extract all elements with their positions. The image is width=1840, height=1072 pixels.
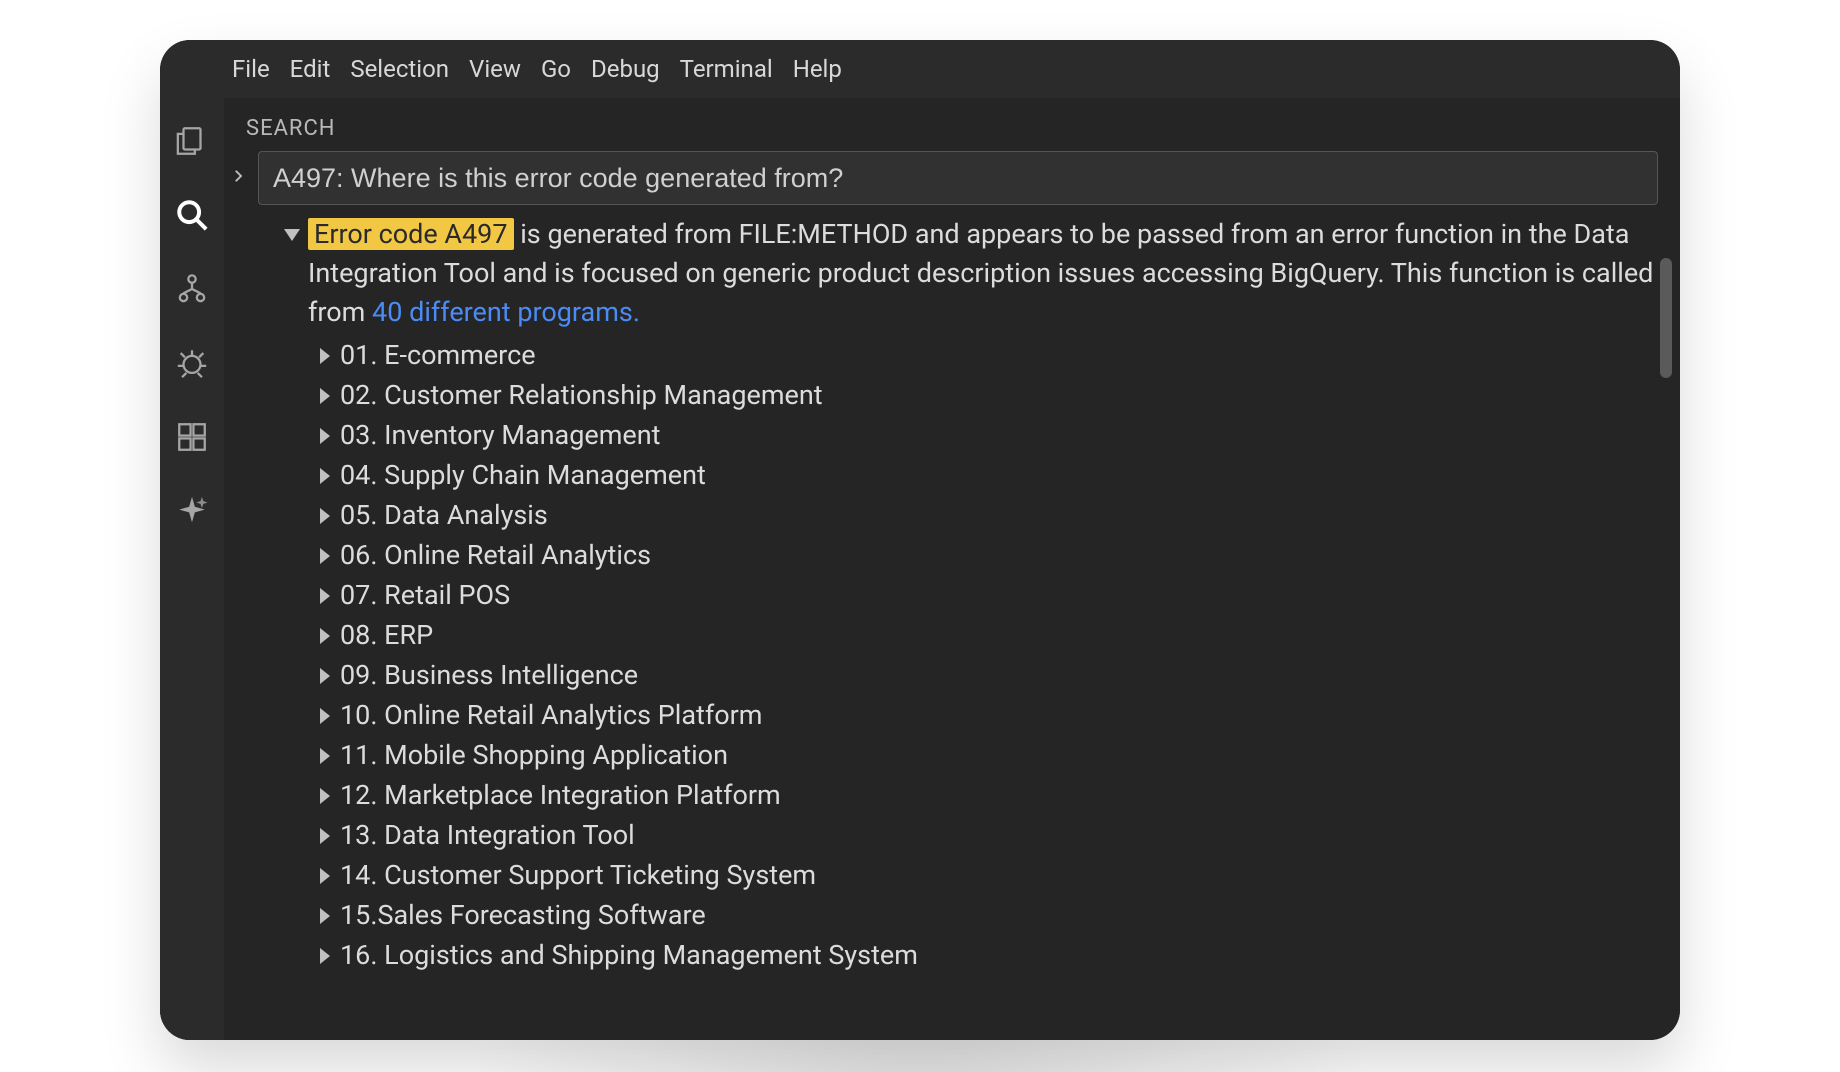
- error-code-highlight: Error code A497: [308, 218, 514, 250]
- debug-icon[interactable]: [175, 346, 209, 380]
- program-label: 05. Data Analysis: [340, 496, 548, 536]
- search-results: Error code A497 is generated from FILE:M…: [224, 211, 1680, 976]
- expand-icon: [320, 428, 330, 444]
- program-label: 03. Inventory Management: [340, 416, 660, 456]
- source-control-icon[interactable]: [175, 272, 209, 306]
- activity-bar: [160, 98, 224, 1040]
- search-panel-title: SEARCH: [224, 98, 1680, 151]
- program-item[interactable]: 02. Customer Relationship Management: [320, 376, 1656, 416]
- program-label: 15.Sales Forecasting Software: [340, 896, 706, 936]
- menu-selection[interactable]: Selection: [350, 55, 449, 83]
- program-label: 12. Marketplace Integration Platform: [340, 776, 781, 816]
- program-item[interactable]: 04. Supply Chain Management: [320, 456, 1656, 496]
- program-item[interactable]: 05. Data Analysis: [320, 496, 1656, 536]
- program-label: 14. Customer Support Ticketing System: [340, 856, 816, 896]
- menu-terminal[interactable]: Terminal: [680, 55, 773, 83]
- expand-icon: [320, 628, 330, 644]
- scrollbar-thumb[interactable]: [1660, 258, 1672, 378]
- expand-icon: [320, 588, 330, 604]
- toggle-search-details-icon[interactable]: [228, 166, 252, 190]
- menu-go[interactable]: Go: [541, 55, 571, 83]
- program-item[interactable]: 16. Logistics and Shipping Management Sy…: [320, 936, 1656, 976]
- expand-icon: [320, 868, 330, 884]
- scrollbar[interactable]: [1660, 258, 1672, 1040]
- program-item[interactable]: 01. E-commerce: [320, 336, 1656, 376]
- expand-icon: [320, 788, 330, 804]
- program-item[interactable]: 07. Retail POS: [320, 576, 1656, 616]
- program-item[interactable]: 15.Sales Forecasting Software: [320, 896, 1656, 936]
- program-label: 10. Online Retail Analytics Platform: [340, 696, 762, 736]
- search-icon[interactable]: [175, 198, 209, 232]
- program-label: 13. Data Integration Tool: [340, 816, 635, 856]
- explorer-icon[interactable]: [175, 124, 209, 158]
- result-summary: Error code A497 is generated from FILE:M…: [284, 215, 1656, 332]
- expand-icon: [320, 908, 330, 924]
- search-panel: SEARCH Error code A497 is generated from…: [224, 98, 1680, 1040]
- program-item[interactable]: 03. Inventory Management: [320, 416, 1656, 456]
- program-item[interactable]: 09. Business Intelligence: [320, 656, 1656, 696]
- menu-debug[interactable]: Debug: [591, 55, 660, 83]
- expand-icon: [320, 548, 330, 564]
- program-label: 06. Online Retail Analytics: [340, 536, 651, 576]
- expand-icon: [320, 348, 330, 364]
- expand-icon: [320, 468, 330, 484]
- program-item[interactable]: 13. Data Integration Tool: [320, 816, 1656, 856]
- program-label: 07. Retail POS: [340, 576, 510, 616]
- search-input[interactable]: [258, 151, 1658, 205]
- sparkle-icon[interactable]: [175, 494, 209, 528]
- expand-icon: [320, 748, 330, 764]
- program-item[interactable]: 08. ERP: [320, 616, 1656, 656]
- program-item[interactable]: 11. Mobile Shopping Application: [320, 736, 1656, 776]
- program-label: 04. Supply Chain Management: [340, 456, 706, 496]
- program-item[interactable]: 14. Customer Support Ticketing System: [320, 856, 1656, 896]
- expand-icon: [320, 388, 330, 404]
- menu-help[interactable]: Help: [793, 55, 842, 83]
- expand-icon: [320, 708, 330, 724]
- programs-list: 01. E-commerce02. Customer Relationship …: [320, 336, 1656, 975]
- program-item[interactable]: 06. Online Retail Analytics: [320, 536, 1656, 576]
- expand-icon: [320, 948, 330, 964]
- menu-file[interactable]: File: [232, 55, 270, 83]
- program-label: 01. E-commerce: [340, 336, 536, 376]
- app-window: File Edit Selection View Go Debug Termin…: [160, 40, 1680, 1040]
- programs-link[interactable]: 40 different programs.: [372, 296, 640, 328]
- program-label: 11. Mobile Shopping Application: [340, 736, 728, 776]
- program-label: 02. Customer Relationship Management: [340, 376, 823, 416]
- expand-icon: [320, 668, 330, 684]
- program-label: 16. Logistics and Shipping Management Sy…: [340, 936, 918, 976]
- program-label: 09. Business Intelligence: [340, 656, 638, 696]
- menubar: File Edit Selection View Go Debug Termin…: [160, 40, 1680, 98]
- menu-edit[interactable]: Edit: [290, 55, 331, 83]
- extensions-icon[interactable]: [175, 420, 209, 454]
- program-label: 08. ERP: [340, 616, 433, 656]
- collapse-icon[interactable]: [284, 229, 300, 241]
- program-item[interactable]: 12. Marketplace Integration Platform: [320, 776, 1656, 816]
- menu-view[interactable]: View: [469, 55, 521, 83]
- program-item[interactable]: 10. Online Retail Analytics Platform: [320, 696, 1656, 736]
- expand-icon: [320, 508, 330, 524]
- expand-icon: [320, 828, 330, 844]
